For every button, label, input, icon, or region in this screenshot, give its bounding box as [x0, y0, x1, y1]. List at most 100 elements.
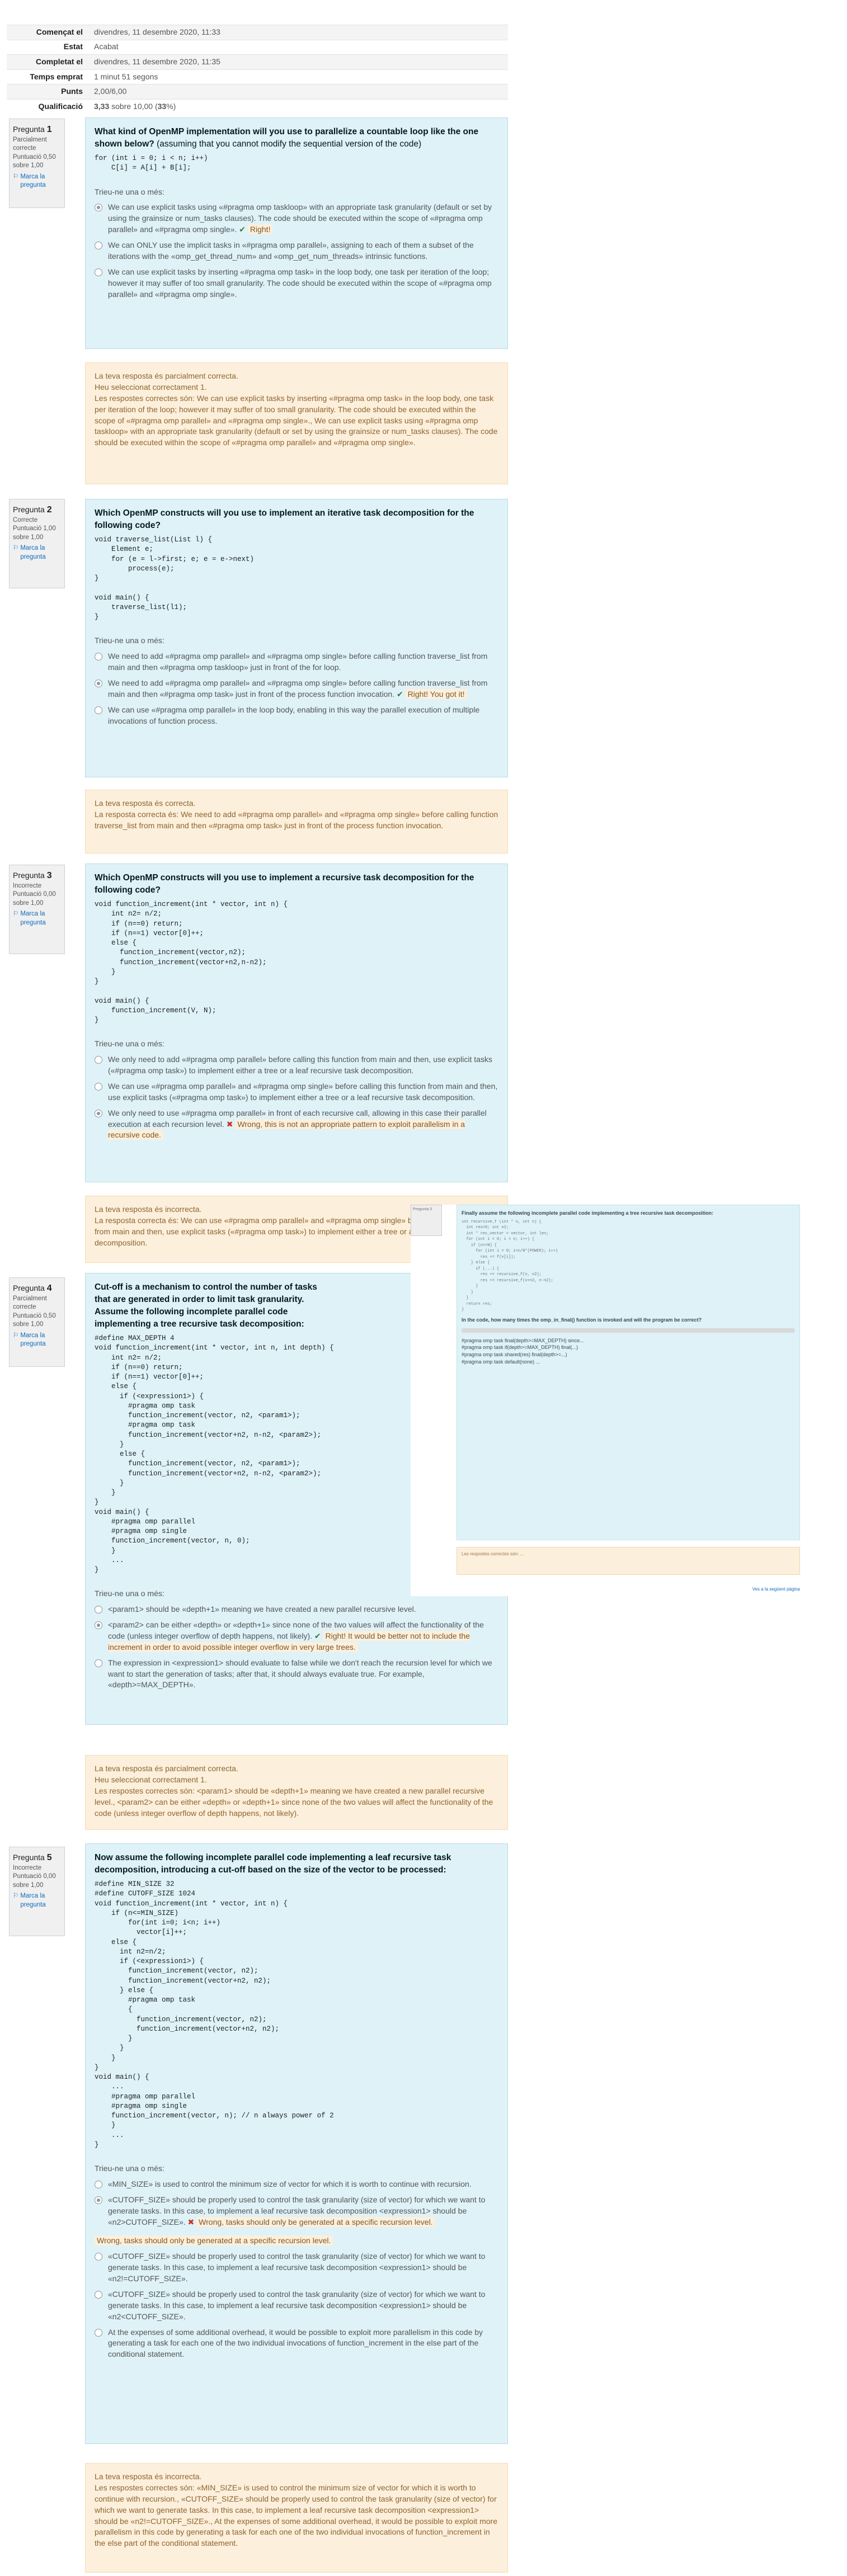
- answer-prompt: Trieu-ne una o més:: [95, 636, 164, 645]
- grade-value: 3,33 sobre 10,00 (33%): [91, 98, 508, 115]
- flag-question-button[interactable]: ⚐ Marca la pregunta: [13, 910, 61, 927]
- question-number: Pregunta 4: [13, 1284, 52, 1293]
- answer-option[interactable]: «CUTOFF_SIZE» should be properly used to…: [95, 2289, 498, 2323]
- summary-row: Qualificació 3,33 sobre 10,00 (33%): [7, 98, 508, 115]
- checkbox[interactable]: [95, 706, 102, 714]
- answer-option[interactable]: «CUTOFF_SIZE» should be properly used to…: [95, 2195, 498, 2228]
- code-block: #define MAX_DEPTH 4 void function_increm…: [95, 1334, 334, 1574]
- correct-icon: ✔: [396, 689, 403, 699]
- question-text: Which OpenMP constructs will you use to …: [95, 873, 474, 895]
- flag-question-button[interactable]: ⚐ Marca la pregunta: [13, 1332, 61, 1349]
- answer-option[interactable]: We only need to add «#pragma omp paralle…: [95, 1054, 498, 1077]
- incorrect-icon: ✖: [226, 1119, 233, 1129]
- question-state: Incorrecte: [13, 1864, 42, 1871]
- answer-option[interactable]: At the expenses of some additional overh…: [95, 2327, 498, 2361]
- checkbox[interactable]: [95, 1056, 102, 1064]
- summary-value: 2,00/6,00: [91, 84, 508, 100]
- answer-option[interactable]: We need to add «#pragma omp parallel» an…: [95, 651, 498, 673]
- checkbox[interactable]: [95, 653, 102, 661]
- summary-row: Punts 2,00/6,00: [7, 84, 508, 100]
- answer-option[interactable]: We only need to use «#pragma omp paralle…: [95, 1108, 498, 1141]
- question-info-3: Pregunta 3 Incorrecte Puntuació 0,00 sob…: [9, 865, 65, 954]
- checkbox[interactable]: [95, 268, 102, 276]
- answer-option[interactable]: We can use «#pragma omp parallel» in the…: [95, 705, 498, 727]
- question-mark: Puntuació 1,00 sobre 1,00: [13, 525, 56, 541]
- question-number: Pregunta 5: [13, 1853, 52, 1862]
- question-formulation-5: Now assume the following incomplete para…: [85, 1843, 508, 2444]
- summary-label: Estat: [7, 39, 91, 55]
- checkbox[interactable]: [95, 679, 102, 687]
- flag-icon: ⚐: [13, 1893, 19, 1900]
- answer-option[interactable]: We can ONLY use the implicit tasks in «#…: [95, 240, 498, 262]
- code-block: void function_increment(int * vector, in…: [95, 900, 288, 1024]
- question-state: Incorrecte: [13, 882, 42, 889]
- summary-row: Temps emprat 1 minut 51 segons: [7, 69, 508, 84]
- answer-option[interactable]: We can use explicit tasks by inserting «…: [95, 267, 498, 300]
- question-info-2: Pregunta 2 Correcte Puntuació 1,00 sobre…: [9, 499, 65, 588]
- question-text: Which OpenMP constructs will you use to …: [95, 508, 474, 530]
- correct-icon: ✔: [239, 225, 246, 234]
- summary-label: Temps emprat: [7, 69, 91, 84]
- embedded-next-link[interactable]: Ves a la següent pàgina: [752, 1586, 800, 1592]
- summary-value: divendres, 11 desembre 2020, 11:33: [91, 25, 508, 40]
- option-feedback: Wrong, tasks should only be generated at…: [196, 2216, 435, 2227]
- flag-icon: ⚐: [13, 910, 19, 918]
- checkbox[interactable]: [95, 2196, 102, 2204]
- checkbox[interactable]: [95, 1606, 102, 1614]
- answer-option[interactable]: We can use explicit tasks using «#pragma…: [95, 202, 498, 235]
- summary-label: Punts: [7, 84, 91, 100]
- checkbox[interactable]: [95, 2290, 102, 2299]
- question-formulation-2: Which OpenMP constructs will you use to …: [85, 499, 508, 777]
- question-info-5: Pregunta 5 Incorrecte Puntuació 0,00 sob…: [9, 1847, 65, 1936]
- question-mark: Puntuació 0,50 sobre 1,00: [13, 153, 56, 169]
- question-number: Pregunta 1: [13, 125, 52, 134]
- checkbox[interactable]: [95, 1109, 102, 1117]
- question-state: Correcte: [13, 516, 38, 523]
- attempt-summary-table: Començat el divendres, 11 desembre 2020, …: [7, 25, 508, 115]
- checkbox[interactable]: [95, 1621, 102, 1629]
- option-feedback: Right! You got it!: [405, 688, 467, 699]
- answer-option[interactable]: We can use «#pragma omp parallel» and «#…: [95, 1081, 498, 1103]
- checkbox[interactable]: [95, 1659, 102, 1667]
- checkbox[interactable]: [95, 242, 102, 249]
- question-number: Pregunta 3: [13, 871, 52, 880]
- checkbox[interactable]: [95, 2328, 102, 2337]
- embedded-question-box: Finally assume the following incomplete …: [457, 1205, 800, 1540]
- flag-question-button[interactable]: ⚐ Marca la pregunta: [13, 173, 61, 190]
- question-text: Now assume the following incomplete para…: [95, 1853, 451, 1875]
- question-outcome-5: La teva resposta és incorrecta. Les resp…: [85, 2463, 508, 2573]
- answer-prompt: Trieu-ne una o més:: [95, 2164, 164, 2173]
- checkbox[interactable]: [95, 2180, 102, 2188]
- question-outcome-4: La teva resposta és parcialment correcta…: [85, 1755, 508, 1830]
- summary-row: Estat Acabat: [7, 39, 508, 55]
- question-text: Cut-off is a mechanism to control the nu…: [95, 1282, 317, 1329]
- question-outcome-1: La teva resposta és parcialment correcta…: [85, 362, 508, 484]
- question-info-1: Pregunta 1 Parcialment correcte Puntuaci…: [9, 119, 65, 208]
- summary-row: Completat el divendres, 11 desembre 2020,…: [7, 54, 508, 70]
- flag-question-button[interactable]: ⚐ Marca la pregunta: [13, 1892, 61, 1909]
- answer-prompt: Trieu-ne una o més:: [95, 187, 164, 196]
- correct-icon: ✔: [314, 1631, 321, 1640]
- code-block: #define MIN_SIZE 32 #define CUTOFF_SIZE …: [95, 1880, 334, 2149]
- checkbox[interactable]: [95, 204, 102, 212]
- checkbox[interactable]: [95, 1082, 102, 1091]
- answer-prompt: Trieu-ne una o més:: [95, 1039, 164, 1049]
- question-formulation-3: Which OpenMP constructs will you use to …: [85, 864, 508, 1182]
- summary-row: Començat el divendres, 11 desembre 2020, …: [7, 25, 508, 40]
- question-state: Parcialment correcte: [13, 136, 47, 152]
- embedded-screenshot: Pregunta 5 Finally assume the following …: [411, 1205, 800, 1596]
- flag-question-button[interactable]: ⚐ Marca la pregunta: [13, 544, 61, 562]
- answer-option[interactable]: «MIN_SIZE» is used to control the minimu…: [95, 2179, 498, 2190]
- question-mark: Puntuació 0,50 sobre 1,00: [13, 1312, 56, 1328]
- question-number: Pregunta 2: [13, 505, 52, 515]
- answer-option[interactable]: <param1> should be «depth+1» meaning we …: [95, 1604, 497, 1615]
- embedded-question-info: Pregunta 5: [411, 1205, 442, 1236]
- checkbox[interactable]: [95, 2253, 102, 2261]
- scrollbar[interactable]: [462, 1328, 795, 1333]
- flag-icon: ⚐: [13, 1332, 19, 1339]
- option-feedback: Right!: [247, 224, 273, 235]
- answer-option[interactable]: The expression in <expression1> should e…: [95, 1658, 497, 1691]
- answer-option[interactable]: We need to add «#pragma omp parallel» an…: [95, 678, 498, 700]
- answer-option[interactable]: <param2> can be either «depth» or «depth…: [95, 1620, 497, 1653]
- answer-option[interactable]: «CUTOFF_SIZE» should be properly used to…: [95, 2251, 498, 2285]
